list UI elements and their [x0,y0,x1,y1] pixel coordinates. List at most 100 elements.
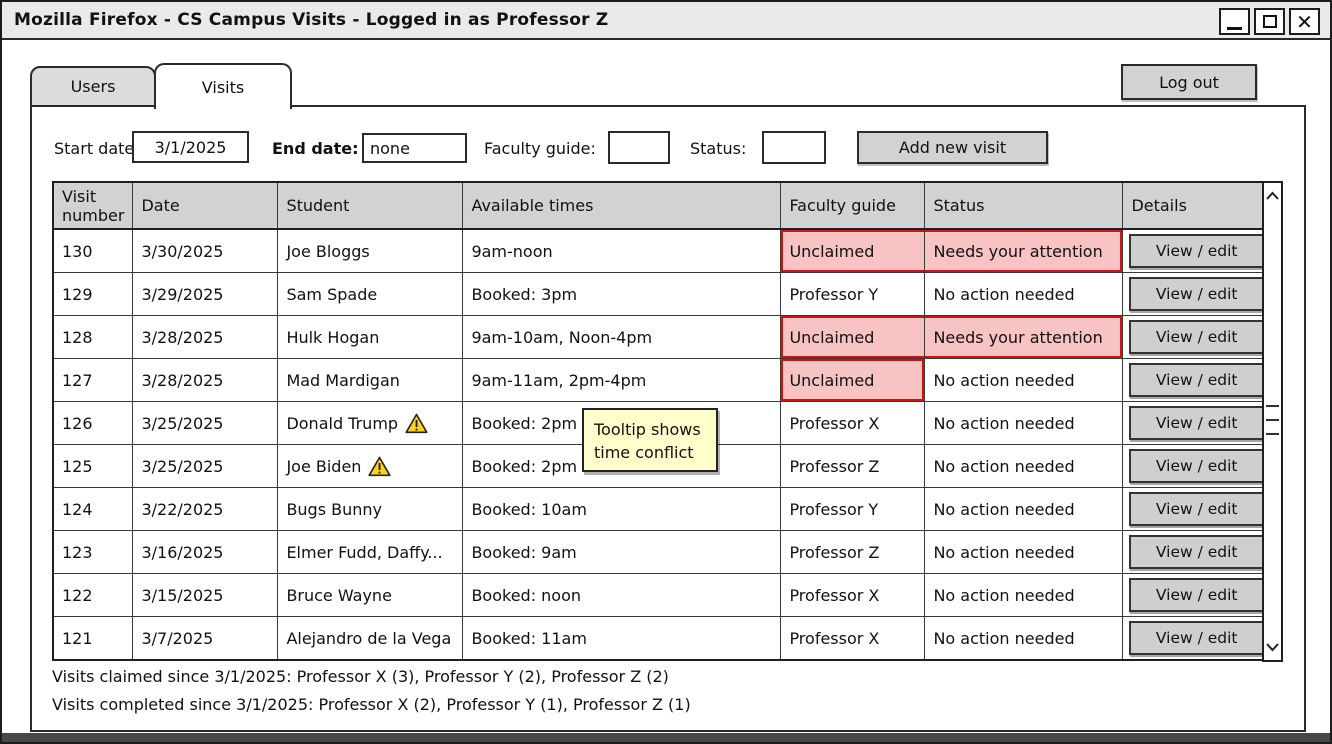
cell-visit-number: 123 [53,531,133,574]
status-input[interactable] [762,131,826,164]
tooltip-line-2: time conflict [594,441,706,464]
cell-status: No action needed [925,617,1123,661]
view-edit-button[interactable]: View / edit [1129,363,1264,397]
view-edit-button[interactable]: View / edit [1129,578,1264,612]
table-row: 121 3/7/2025 Alejandro de la Vega [53,617,1271,661]
tab-users[interactable]: Users [30,66,156,107]
minimize-icon [1227,27,1242,30]
logout-label: Log out [1159,73,1219,92]
cell-details: View / edit [1123,273,1271,316]
end-date-label: End date: [272,139,359,158]
view-edit-button[interactable]: View / edit [1129,449,1264,483]
logout-button[interactable]: Log out [1121,64,1257,100]
cell-date: 3/28/2025 [133,359,278,402]
tab-visits[interactable]: Visits [154,63,292,109]
cell-student: Joe Biden [278,445,463,488]
cell-times: Booked: 11am [463,617,781,661]
warning-icon [405,413,428,434]
faculty-guide-label: Faculty guide: [484,139,596,158]
cell-status: Needs your attention [925,316,1123,359]
student-name: Hulk Hogan [286,328,379,347]
cell-student: Donald Trump [278,402,463,445]
window-controls: ✕ [1219,8,1320,35]
scroll-down-icon[interactable] [1264,640,1281,654]
cell-visit-number: 121 [53,617,133,661]
view-edit-button[interactable]: View / edit [1129,406,1264,440]
cell-student: Bruce Wayne [278,574,463,617]
header-available-times: Available times [463,182,781,229]
add-new-visit-button[interactable]: Add new visit [857,131,1048,164]
cell-date: 3/29/2025 [133,273,278,316]
view-edit-button[interactable]: View / edit [1129,234,1264,268]
cell-faculty-guide: Professor X [781,402,925,445]
cell-faculty-guide: Professor Y [781,488,925,531]
cell-status: Needs your attention [925,229,1123,273]
view-edit-button[interactable]: View / edit [1129,535,1264,569]
cell-student: Hulk Hogan [278,316,463,359]
cell-status: No action needed [925,273,1123,316]
header-date: Date [133,182,278,229]
visits-panel: Start date: End date: Faculty guide: Sta… [30,105,1306,732]
table-row: 130 3/30/2025 Joe Bloggs [53,229,1271,273]
header-student: Student [278,182,463,229]
header-faculty-guide: Faculty guide [781,182,925,229]
cell-visit-number: 127 [53,359,133,402]
cell-details: View / edit [1123,359,1271,402]
maximize-button[interactable] [1254,8,1285,35]
view-edit-button[interactable]: View / edit [1129,621,1264,655]
add-new-visit-label: Add new visit [899,138,1006,157]
table-scrollbar[interactable] [1262,181,1283,662]
faculty-guide-input[interactable] [608,131,670,164]
maximize-icon [1263,15,1277,28]
cell-date: 3/28/2025 [133,316,278,359]
cell-faculty-guide: Professor X [781,574,925,617]
tooltip-line-1: Tooltip shows [594,418,706,441]
cell-faculty-guide: Professor Z [781,531,925,574]
cell-faculty-guide: Professor Y [781,273,925,316]
app-window: Mozilla Firefox - CS Campus Visits - Log… [0,0,1332,744]
cell-times: Booked: 10am [463,488,781,531]
header-details: Details [1123,182,1271,229]
view-edit-button[interactable]: View / edit [1129,277,1264,311]
student-name: Alejandro de la Vega [286,629,451,648]
cell-status: No action needed [925,445,1123,488]
cell-times: Booked: noon [463,574,781,617]
scroll-up-icon[interactable] [1264,189,1281,203]
table-row: 128 3/28/2025 Hulk Hogan [53,316,1271,359]
cell-details: View / edit [1123,617,1271,661]
view-edit-button[interactable]: View / edit [1129,320,1264,354]
start-date-input[interactable] [132,131,249,163]
cell-visit-number: 130 [53,229,133,273]
cell-status: No action needed [925,574,1123,617]
student-name: Sam Spade [286,285,377,304]
student-name: Joe Bloggs [286,242,369,261]
time-conflict-tooltip: Tooltip shows time conflict [582,408,718,472]
cell-date: 3/7/2025 [133,617,278,661]
minimize-button[interactable] [1219,8,1250,35]
cell-visit-number: 128 [53,316,133,359]
table-row: 124 3/22/2025 Bugs Bunny [53,488,1271,531]
cell-faculty-guide: Unclaimed [781,359,925,402]
cell-faculty-guide: Unclaimed [781,229,925,273]
end-date-input[interactable] [362,133,467,163]
cell-date: 3/30/2025 [133,229,278,273]
status-label: Status: [690,139,746,158]
scrollbar-thumb-grip[interactable] [1266,405,1279,447]
cell-visit-number: 129 [53,273,133,316]
close-button[interactable]: ✕ [1289,8,1320,35]
cell-faculty-guide: Professor Z [781,445,925,488]
cell-visit-number: 122 [53,574,133,617]
cell-times: 9am-noon [463,229,781,273]
view-edit-button[interactable]: View / edit [1129,492,1264,526]
student-name: Elmer Fudd, Daffy... [286,543,442,562]
cell-date: 3/16/2025 [133,531,278,574]
visits-claimed-summary: Visits claimed since 3/1/2025: Professor… [52,667,669,686]
cell-faculty-guide: Unclaimed [781,316,925,359]
cell-details: View / edit [1123,229,1271,273]
cell-student: Joe Bloggs [278,229,463,273]
cell-visit-number: 125 [53,445,133,488]
cell-times: Booked: 9am [463,531,781,574]
warning-icon [368,456,391,477]
table-row: 123 3/16/2025 Elmer Fudd, Daffy... [53,531,1271,574]
cell-visit-number: 126 [53,402,133,445]
